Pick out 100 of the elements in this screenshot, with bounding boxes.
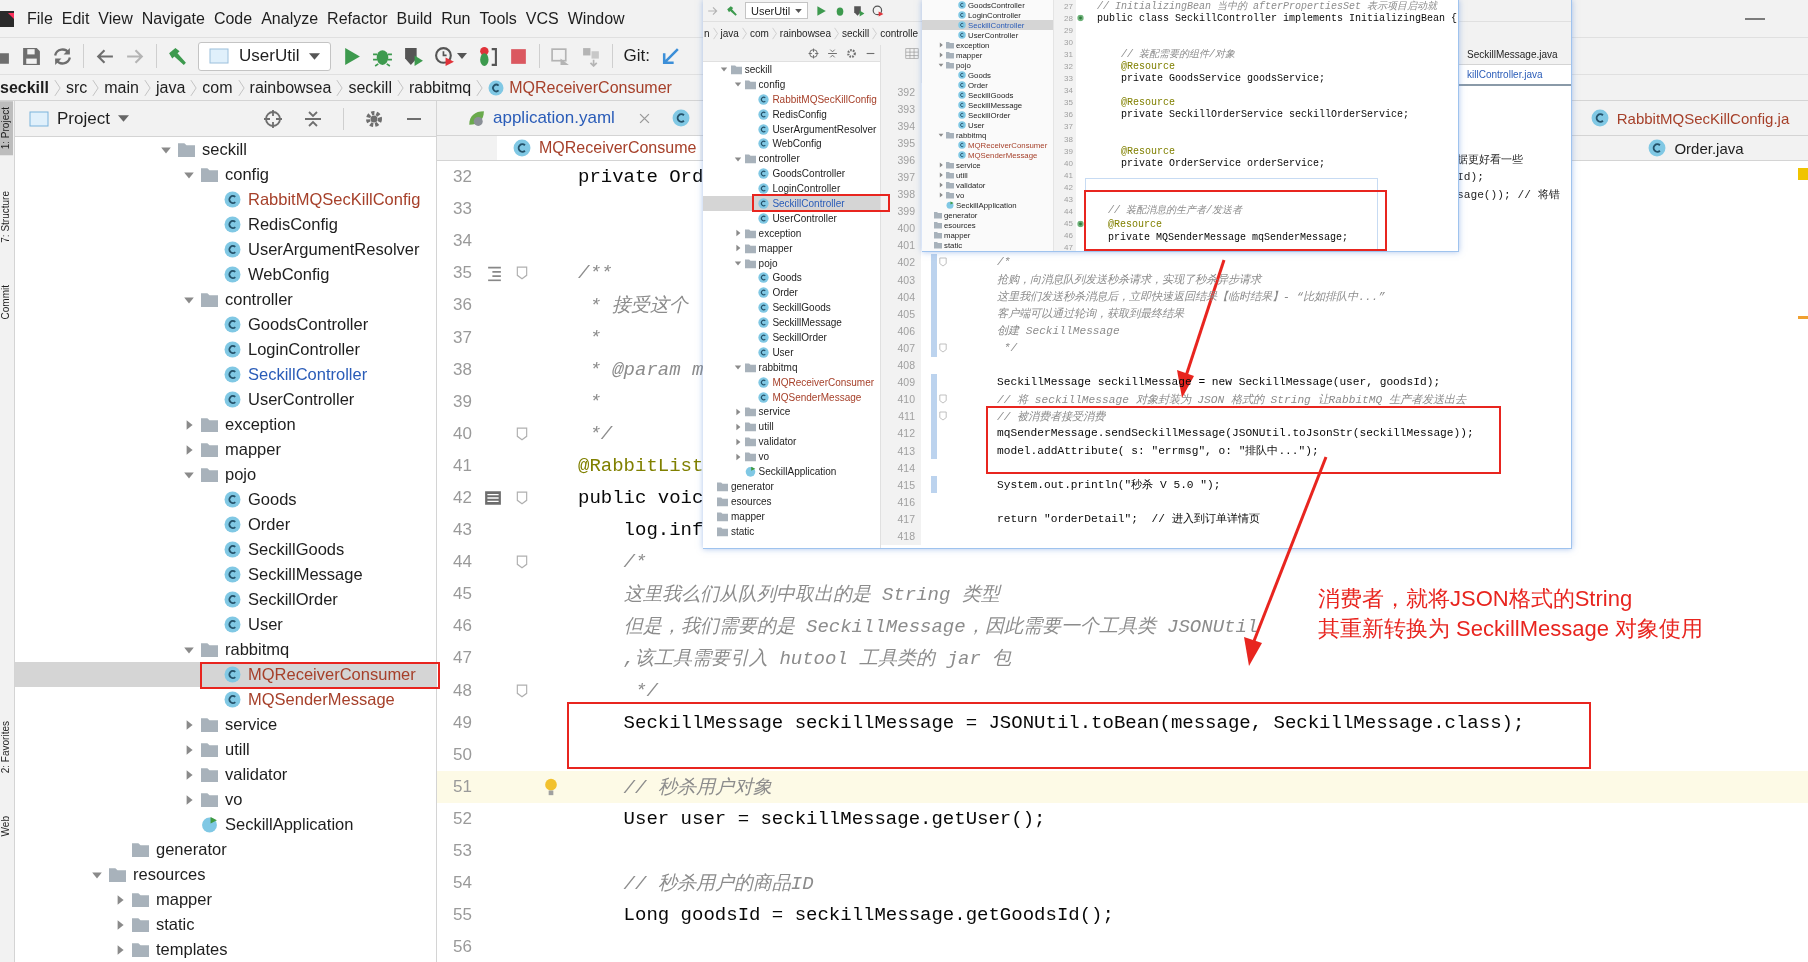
shield-play-icon[interactable] <box>853 4 866 17</box>
tree-item[interactable]: mapper <box>703 240 880 256</box>
collapsed-arrow-icon[interactable] <box>938 172 944 178</box>
tree-item[interactable]: controller <box>703 151 880 167</box>
expanded-arrow-icon[interactable] <box>733 363 742 372</box>
tree-item[interactable]: LoginController <box>15 337 436 362</box>
tree-item[interactable]: seckill <box>703 62 880 77</box>
save-icon[interactable] <box>21 45 42 67</box>
expanded-arrow-icon[interactable] <box>938 132 944 138</box>
tree-item[interactable]: User <box>703 344 880 360</box>
run-config-dropdown[interactable]: UserUtil <box>198 41 332 71</box>
tree-item[interactable]: UserArgumentResolver <box>15 237 436 262</box>
minimize-window-icon[interactable] <box>1745 17 1765 21</box>
tree-item[interactable]: config <box>703 76 880 92</box>
breadcrumb-item[interactable]: seckill <box>842 28 870 39</box>
change-marker[interactable] <box>931 441 937 460</box>
menu-item[interactable]: File <box>27 9 53 28</box>
menu-item[interactable]: Window <box>567 9 625 28</box>
tree-item[interactable]: rabbitmq <box>15 637 436 662</box>
caret-icon[interactable] <box>457 53 468 59</box>
app-logo-icon[interactable] <box>0 8 14 29</box>
collapse-icon[interactable] <box>827 47 838 59</box>
collapse-icon[interactable] <box>303 108 323 129</box>
tree-item[interactable]: SeckillOrder <box>703 330 880 345</box>
fold-icon[interactable] <box>516 266 528 281</box>
editor-tab[interactable]: MQReceiverConsume <box>497 136 701 160</box>
collapsed-arrow-icon[interactable] <box>938 162 944 168</box>
tree-item[interactable]: RabbitMQSecKillConfig <box>15 187 436 212</box>
collapsed-arrow-icon[interactable] <box>733 407 742 416</box>
breadcrumb-item[interactable]: controlle <box>880 28 919 39</box>
clock-play-icon[interactable] <box>434 45 456 67</box>
tree-item[interactable]: utill <box>15 737 436 762</box>
tree-item[interactable]: Goods <box>703 270 880 286</box>
tool-window-tab[interactable]: Web <box>0 809 13 842</box>
settings-icon[interactable] <box>364 108 384 129</box>
tree-item[interactable]: pojo <box>703 255 880 271</box>
fold-icon[interactable] <box>516 683 528 698</box>
panel-title[interactable]: Project <box>57 108 110 129</box>
tree-item[interactable]: WebConfig <box>703 136 880 152</box>
collapsed-arrow-icon[interactable] <box>938 182 944 188</box>
collapsed-arrow-icon[interactable] <box>733 229 742 238</box>
tree-item[interactable]: Order <box>703 285 880 301</box>
warning-stripe-marker[interactable] <box>1798 168 1808 180</box>
bean-icon[interactable] <box>1077 14 1084 22</box>
warning-stripe-marker[interactable] <box>1798 316 1808 319</box>
breadcrumb-item[interactable]: main <box>104 78 139 97</box>
breadcrumb-item[interactable]: rainbowsea <box>249 78 332 97</box>
menu-item[interactable]: Run <box>441 9 471 28</box>
collapsed-arrow-icon[interactable] <box>733 437 742 446</box>
menu-item[interactable]: Edit <box>61 9 90 28</box>
tree-item[interactable]: UserController <box>703 210 880 226</box>
menu-item[interactable]: Analyze <box>261 9 319 28</box>
change-marker[interactable] <box>931 253 937 272</box>
tree-item[interactable]: MQSenderMessage <box>15 687 436 712</box>
expanded-arrow-icon[interactable] <box>733 154 742 163</box>
sync-icon[interactable] <box>52 45 73 67</box>
caret-icon[interactable] <box>117 115 129 122</box>
hammer-icon[interactable] <box>167 45 188 67</box>
tree-item[interactable]: exception <box>15 412 436 437</box>
tree-item[interactable]: MQSenderMessage <box>703 389 880 405</box>
fold-icon[interactable] <box>516 426 528 441</box>
tool-window-tab[interactable]: 7: Structure <box>0 185 13 249</box>
tree-item[interactable]: service <box>703 404 880 420</box>
editor-tab[interactable]: application.yaml <box>451 101 666 135</box>
tree-item[interactable]: generator <box>703 478 880 494</box>
tree-item[interactable]: vo <box>15 787 436 812</box>
editor-tab[interactable]: killController.java <box>1459 65 1571 86</box>
collapsed-arrow-icon[interactable] <box>938 192 944 198</box>
tree-item[interactable]: SeckillController <box>703 196 880 211</box>
tree-item[interactable]: esources <box>703 493 880 509</box>
breadcrumb-item[interactable]: java <box>720 28 739 39</box>
tree-item[interactable]: UserController <box>15 387 436 412</box>
tree-item[interactable]: SeckillGoods <box>703 300 880 316</box>
lines-icon[interactable] <box>486 264 503 282</box>
tree-item[interactable]: SeckillOrder <box>15 587 436 612</box>
tree-item[interactable]: GoodsController <box>15 312 436 337</box>
tree-item[interactable]: MQReceiverConsumer <box>15 662 436 687</box>
tree-item[interactable]: validator <box>703 434 880 450</box>
listing-icon[interactable] <box>484 489 502 507</box>
breadcrumb-item[interactable]: com <box>749 28 769 39</box>
breadcrumb-item[interactable]: src <box>65 78 88 97</box>
tree-item[interactable]: RabbitMQSecKillConfig <box>703 91 880 107</box>
menu-item[interactable]: Refactor <box>327 9 388 28</box>
tree-item[interactable]: SeckillGoods <box>15 537 436 562</box>
tree-item[interactable]: WebConfig <box>15 262 436 287</box>
menu-item[interactable]: Tools <box>479 9 517 28</box>
tree-item[interactable]: validator <box>15 762 436 787</box>
breadcrumb-item[interactable]: seckill <box>348 78 392 97</box>
tool-window-tab[interactable]: 1: Project <box>0 101 13 156</box>
tree-item[interactable]: RedisConfig <box>15 212 436 237</box>
clock-play-icon[interactable] <box>872 4 885 17</box>
menu-item[interactable]: View <box>98 9 133 28</box>
bean-icon[interactable] <box>1077 220 1084 228</box>
tree-item[interactable]: utill <box>703 419 880 435</box>
close-icon[interactable] <box>638 112 650 124</box>
tree-item[interactable]: service <box>15 712 436 737</box>
tree-item[interactable]: SeckillApplication <box>15 812 436 837</box>
settings-icon[interactable] <box>846 47 857 59</box>
tool-window-tab[interactable]: Commit <box>0 278 13 326</box>
target-icon[interactable] <box>808 47 819 59</box>
